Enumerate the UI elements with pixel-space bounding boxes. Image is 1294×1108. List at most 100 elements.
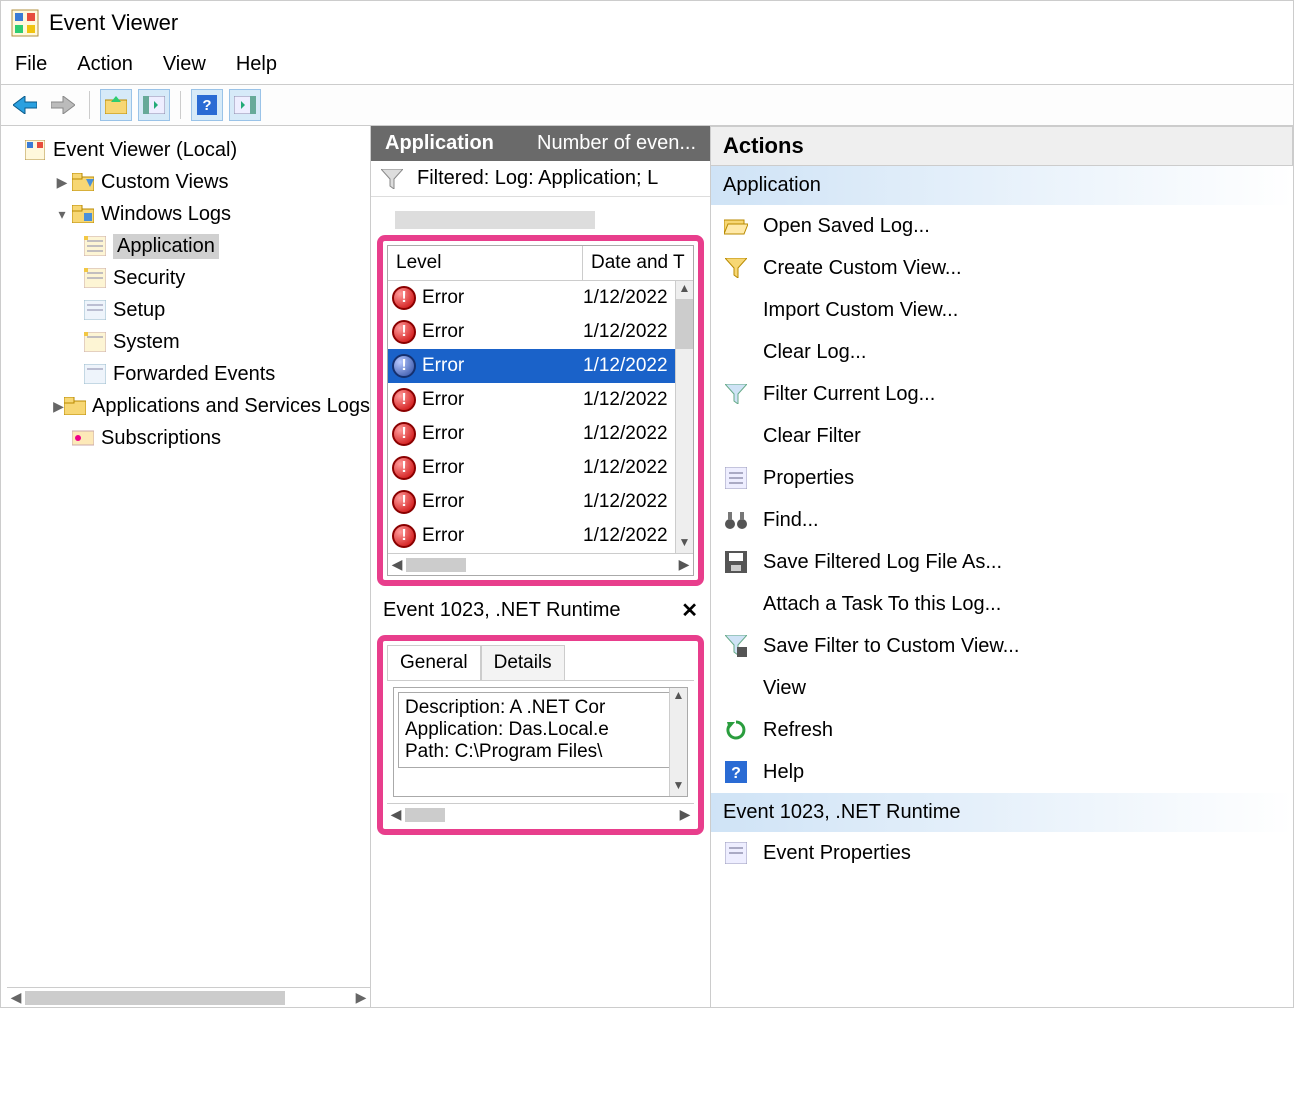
- scroll-right-icon[interactable]: ▶: [676, 806, 694, 823]
- scroll-down-icon[interactable]: ▼: [676, 535, 693, 553]
- action-create-custom-view[interactable]: Create Custom View...: [711, 247, 1293, 289]
- action-find[interactable]: Find...: [711, 499, 1293, 541]
- event-row[interactable]: !Error1/12/2022: [388, 451, 693, 485]
- tree-subscriptions[interactable]: Subscriptions: [7, 422, 370, 454]
- error-icon: !: [392, 354, 416, 378]
- subscriptions-icon: [71, 426, 95, 450]
- col-date[interactable]: Date and T: [583, 246, 693, 280]
- highlight-detail-pane: General Details Description: A .NET Cor …: [377, 635, 704, 835]
- help-button[interactable]: ?: [191, 89, 223, 121]
- close-icon[interactable]: ✕: [681, 598, 698, 623]
- tree-root[interactable]: Event Viewer (Local): [7, 134, 370, 166]
- action-label: Create Custom View...: [763, 257, 962, 280]
- tree-forwarded[interactable]: Forwarded Events: [7, 358, 370, 390]
- action-label: Open Saved Log...: [763, 215, 930, 238]
- tab-details[interactable]: Details: [481, 645, 565, 680]
- scroll-down-icon[interactable]: ▼: [670, 778, 687, 796]
- grid-vscroll[interactable]: ▲ ▼: [675, 281, 693, 553]
- action-label: Event Properties: [763, 842, 911, 865]
- toolbar-separator: [89, 91, 90, 119]
- expand-icon[interactable]: ▶: [53, 398, 64, 415]
- center-title: Application: [385, 132, 494, 155]
- show-hide-tree-button[interactable]: [138, 89, 170, 121]
- event-row[interactable]: !Error1/12/2022: [388, 281, 693, 315]
- scroll-right-icon[interactable]: ▶: [352, 989, 370, 1006]
- back-button[interactable]: [9, 89, 41, 121]
- tree-hscroll[interactable]: ◀ ▶: [7, 987, 370, 1007]
- event-row[interactable]: !Error1/12/2022: [388, 315, 693, 349]
- show-hide-action-button[interactable]: [229, 89, 261, 121]
- action-filter-current-log[interactable]: Filter Current Log...: [711, 373, 1293, 415]
- action-open-saved-log[interactable]: Open Saved Log...: [711, 205, 1293, 247]
- events-grid: Level Date and T !Error1/12/2022!Error1/…: [387, 245, 694, 576]
- action-import-custom-view[interactable]: Import Custom View...: [711, 289, 1293, 331]
- folder-icon: [71, 170, 95, 194]
- detail-vscroll[interactable]: ▲ ▼: [669, 688, 687, 796]
- scroll-left-icon[interactable]: ◀: [388, 556, 406, 573]
- properties-icon: [723, 465, 749, 491]
- scroll-thumb[interactable]: [25, 991, 285, 1005]
- tree-setup[interactable]: Setup: [7, 294, 370, 326]
- detail-hscroll[interactable]: ◀ ▶: [387, 803, 694, 825]
- tree-label: Application: [113, 234, 219, 259]
- scroll-right-icon[interactable]: ▶: [675, 556, 693, 573]
- log-icon: [83, 362, 107, 386]
- divider: [395, 211, 595, 229]
- event-row[interactable]: !Error1/12/2022: [388, 417, 693, 451]
- save-icon: [723, 549, 749, 575]
- action-help[interactable]: ? Help: [711, 751, 1293, 793]
- scroll-left-icon[interactable]: ◀: [7, 989, 25, 1006]
- col-level[interactable]: Level: [388, 246, 583, 280]
- tab-general[interactable]: General: [387, 645, 481, 680]
- scroll-thumb[interactable]: [406, 558, 466, 572]
- action-save-filtered[interactable]: Save Filtered Log File As...: [711, 541, 1293, 583]
- forward-button[interactable]: [47, 89, 79, 121]
- log-icon: [83, 266, 107, 290]
- actions-section-event: Event 1023, .NET Runtime: [711, 793, 1293, 832]
- tree-label: Windows Logs: [101, 203, 231, 226]
- detail-text: Description: A .NET Cor Application: Das…: [398, 692, 683, 768]
- tree-custom-views[interactable]: ▶ Custom Views: [7, 166, 370, 198]
- menu-action[interactable]: Action: [77, 53, 133, 76]
- action-refresh[interactable]: Refresh: [711, 709, 1293, 751]
- titlebar: Event Viewer: [1, 1, 1293, 45]
- action-clear-filter[interactable]: Clear Filter: [711, 415, 1293, 457]
- menu-view[interactable]: View: [163, 53, 206, 76]
- tree-apps-services[interactable]: ▶ Applications and Services Logs: [7, 390, 370, 422]
- grid-hscroll[interactable]: ◀ ▶: [388, 553, 693, 575]
- scroll-thumb[interactable]: [405, 808, 445, 822]
- detail-header: Event 1023, .NET Runtime ✕: [371, 592, 710, 629]
- event-row[interactable]: !Error1/12/2022: [388, 485, 693, 519]
- detail-title: Event 1023, .NET Runtime: [383, 599, 621, 622]
- blank-icon: [723, 591, 749, 617]
- level-text: Error: [422, 423, 464, 445]
- up-folder-button[interactable]: [100, 89, 132, 121]
- action-event-properties[interactable]: Event Properties: [711, 832, 1293, 874]
- action-save-filter-custom[interactable]: Save Filter to Custom View...: [711, 625, 1293, 667]
- detail-line: Path: C:\Program Files\: [405, 741, 676, 763]
- menu-file[interactable]: File: [15, 53, 47, 76]
- event-row[interactable]: !Error1/12/2022: [388, 349, 693, 383]
- menu-help[interactable]: Help: [236, 53, 277, 76]
- scroll-up-icon[interactable]: ▲: [676, 281, 693, 299]
- action-attach-task[interactable]: Attach a Task To this Log...: [711, 583, 1293, 625]
- tree-windows-logs[interactable]: ▾ Windows Logs: [7, 198, 370, 230]
- scroll-left-icon[interactable]: ◀: [387, 806, 405, 823]
- blank-icon: [723, 675, 749, 701]
- app-title: Event Viewer: [49, 10, 178, 36]
- action-view[interactable]: View: [711, 667, 1293, 709]
- tree-application[interactable]: Application: [7, 230, 370, 262]
- action-properties[interactable]: Properties: [711, 457, 1293, 499]
- action-clear-log[interactable]: Clear Log...: [711, 331, 1293, 373]
- grid-header: Level Date and T: [388, 246, 693, 281]
- tree-root-label: Event Viewer (Local): [53, 139, 237, 162]
- scroll-up-icon[interactable]: ▲: [670, 688, 687, 706]
- detail-line: Application: Das.Local.e: [405, 719, 676, 741]
- collapse-icon[interactable]: ▾: [53, 206, 71, 223]
- expand-icon[interactable]: ▶: [53, 174, 71, 191]
- tree-security[interactable]: Security: [7, 262, 370, 294]
- tree-system[interactable]: System: [7, 326, 370, 358]
- scroll-thumb[interactable]: [676, 299, 693, 349]
- event-row[interactable]: !Error1/12/2022: [388, 383, 693, 417]
- event-row[interactable]: !Error1/12/2022: [388, 519, 693, 553]
